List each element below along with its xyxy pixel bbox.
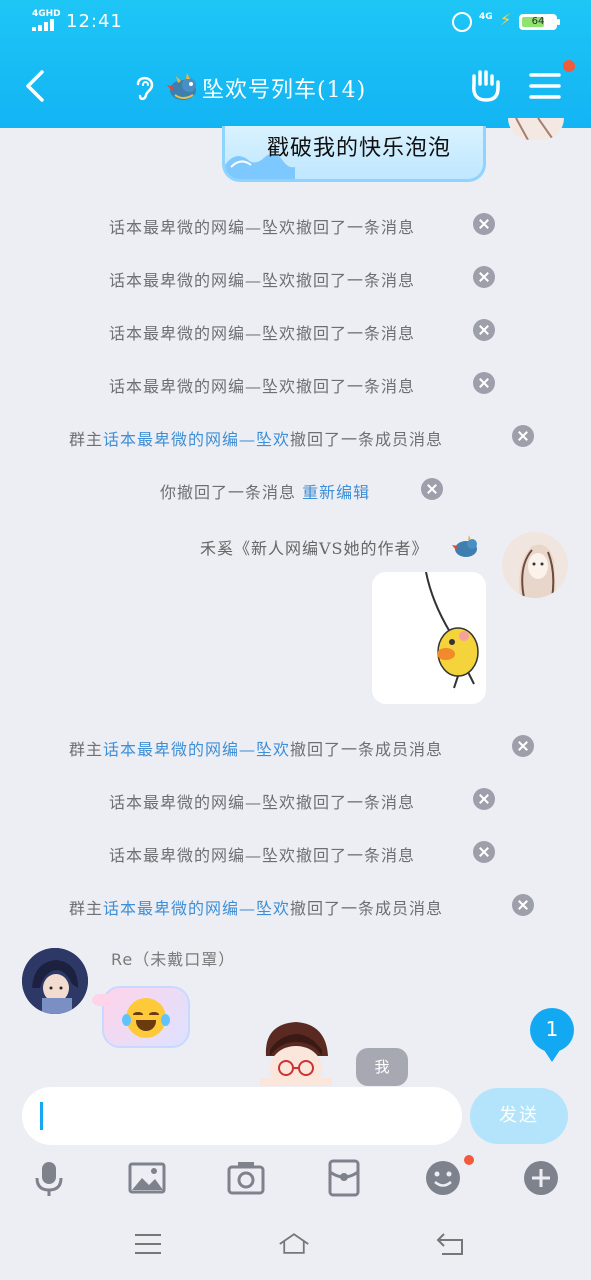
status-bar: 4GHD 12:41 4G ⚡ 64 [0,0,591,44]
camera-icon[interactable] [226,1158,266,1198]
avatar[interactable] [502,532,568,598]
bubble-text: 戳破我的快乐泡泡 [266,136,451,161]
image-icon[interactable] [127,1158,167,1198]
recall-notice: 话本最卑微的网编—坠欢撤回了一条消息 [0,370,591,398]
close-icon[interactable] [473,372,495,394]
clock: 12:41 [66,11,123,32]
sender-name: Re（未戴口罩） [111,950,236,969]
voice-icon[interactable] [29,1158,69,1198]
recall-notice: 话本最卑微的网编—坠欢撤回了一条消息 [0,786,591,814]
nav-back-icon[interactable] [434,1230,466,1258]
network-label: 4GHD [32,9,61,19]
emoji-badge [464,1155,474,1165]
chat-bubble-self[interactable]: 戳破我的快乐泡泡 [222,126,486,182]
recall-notice: 话本最卑微的网编—坠欢撤回了一条消息 [0,211,591,239]
nav-menu-icon[interactable] [132,1230,164,1258]
reedit-link[interactable]: 重新编辑 [302,483,370,502]
close-icon[interactable] [512,894,534,916]
nav-home-icon[interactable] [278,1230,310,1258]
menu-badge [563,60,575,72]
plus-icon[interactable] [521,1158,561,1198]
close-icon[interactable] [512,735,534,757]
red-packet-icon[interactable] [324,1158,364,1198]
recall-notice: 话本最卑微的网编—坠欢撤回了一条消息 [0,317,591,345]
unread-badge[interactable]: 1 [530,1008,574,1062]
chat-title-area[interactable]: 坠欢号列车(14) [134,68,366,108]
dragon-icon [452,535,477,557]
close-icon[interactable] [473,788,495,810]
signal-icon [32,19,58,31]
member-link[interactable]: 话本最卑微的网编—坠欢 [103,740,290,759]
send-button[interactable]: 发送 [470,1088,568,1144]
me-tag: 我 [356,1048,408,1086]
message-input[interactable] [22,1087,462,1145]
avatar[interactable] [508,118,564,140]
text-caret [40,1102,43,1130]
hand-icon[interactable] [468,66,504,106]
alarm-icon [452,12,472,32]
sender-name: 禾奚《新人网编VS她的作者》 [200,539,429,558]
emoji-icon[interactable] [423,1158,463,1198]
data-label: 4G [479,12,493,22]
recall-notice: 群主话本最卑微的网编—坠欢撤回了一条成员消息 [0,733,591,761]
chat-header: 4GHD 12:41 4G ⚡ 64 坠欢号列车(14) [0,0,591,128]
recall-notice: 话本最卑微的网编—坠欢撤回了一条消息 [0,839,591,867]
chat-bubble-other[interactable] [92,986,190,1048]
battery-level: 64 [531,16,545,27]
close-icon[interactable] [473,319,495,341]
chat-title: 坠欢号列车(14) [202,78,367,103]
battery-icon: 64 [519,14,560,30]
recall-notice: 群主话本最卑微的网编—坠欢撤回了一条成员消息 [0,423,591,451]
ear-icon [136,76,154,101]
menu-icon[interactable] [528,70,562,102]
member-link[interactable]: 话本最卑微的网编—坠欢 [103,899,290,918]
back-icon[interactable] [22,68,50,104]
dragon-icon [167,73,196,100]
close-icon[interactable] [512,425,534,447]
member-link[interactable]: 话本最卑微的网编—坠欢 [103,430,290,449]
close-icon[interactable] [473,841,495,863]
close-icon[interactable] [473,213,495,235]
recall-notice: 群主话本最卑微的网编—坠欢撤回了一条成员消息 [0,892,591,920]
sticker-message[interactable] [372,572,486,704]
close-icon[interactable] [421,478,443,500]
charging-icon: ⚡ [500,10,512,29]
laughing-emoji-icon [122,998,170,1038]
peek-avatar[interactable] [260,1020,332,1086]
avatar[interactable] [22,948,88,1014]
recall-notice: 话本最卑微的网编—坠欢撤回了一条消息 [0,264,591,292]
recall-notice: 你撤回了一条消息 重新编辑 [0,476,591,504]
close-icon[interactable] [473,266,495,288]
